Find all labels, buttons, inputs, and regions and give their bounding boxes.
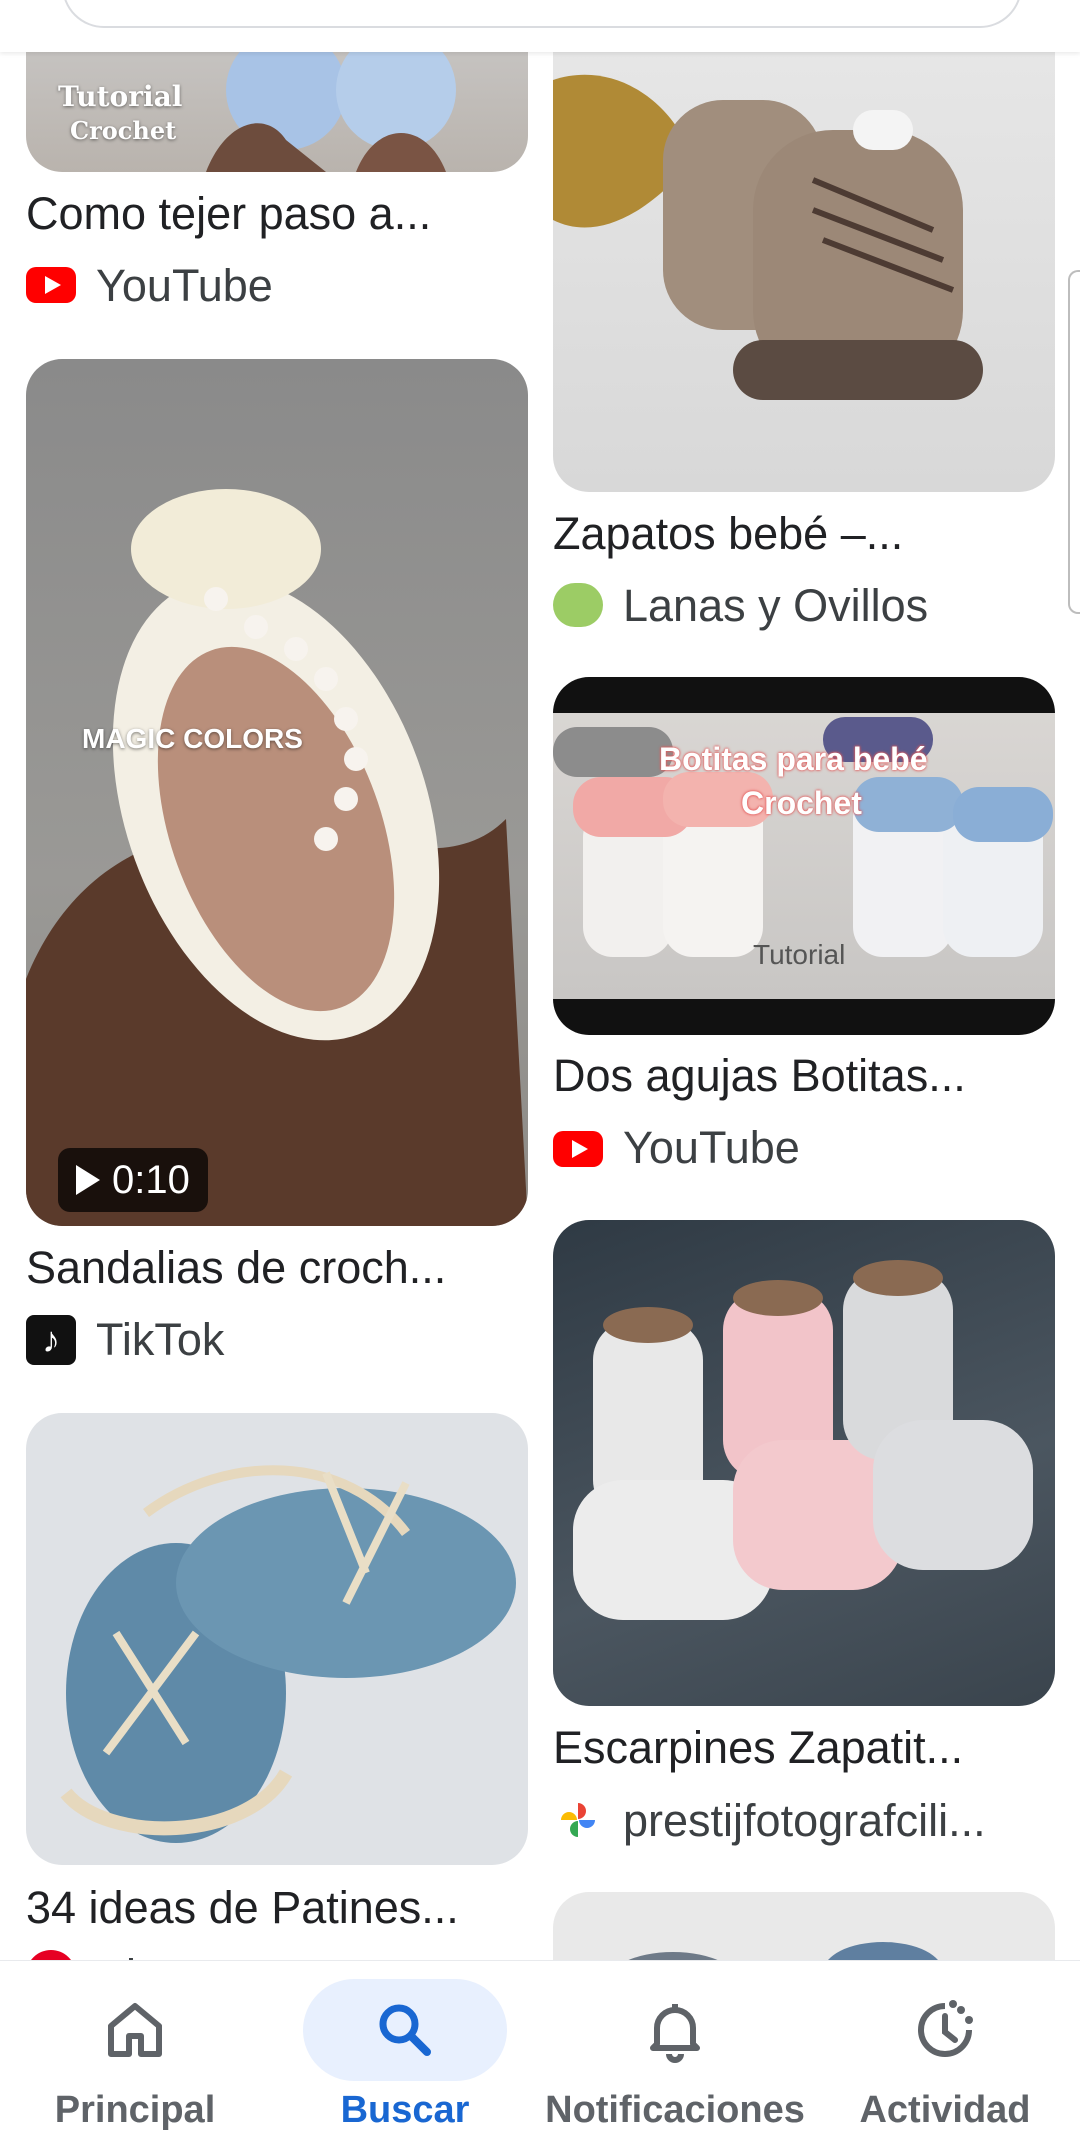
nav-actividad[interactable]: Actividad bbox=[810, 1961, 1080, 2150]
video-duration: 0:10 bbox=[112, 1158, 190, 1202]
thumb-label: Botitas para bebé bbox=[659, 741, 928, 777]
result-thumbnail[interactable] bbox=[553, 1220, 1055, 1706]
nav-label: Principal bbox=[54, 2089, 216, 2131]
lanas-y-ovillos-icon bbox=[553, 580, 603, 630]
result-thumbnail[interactable] bbox=[26, 1413, 528, 1865]
scroll-indicator[interactable] bbox=[1068, 270, 1080, 614]
nav-buscar[interactable]: Buscar bbox=[270, 1961, 540, 2150]
thumb-watermark: MAGIC COLORS bbox=[82, 723, 303, 754]
result-title[interactable]: Escarpines Zapatit... bbox=[553, 1720, 1055, 1776]
nav-notificaciones[interactable]: Notificaciones bbox=[540, 1961, 810, 2150]
search-header bbox=[0, 0, 1080, 52]
result-source[interactable]: YouTube bbox=[623, 1120, 1053, 1176]
pinterest-icon bbox=[26, 1950, 76, 1960]
result-source[interactable]: Lanas y Ovillos bbox=[623, 578, 1053, 634]
result-title[interactable]: Como tejer paso a... bbox=[26, 186, 528, 242]
crochet-sneakers-image bbox=[60, 1465, 516, 1843]
result-thumbnail[interactable] bbox=[553, 1892, 1055, 1960]
play-icon bbox=[76, 1165, 100, 1195]
result-source[interactable]: TikTok bbox=[96, 1312, 526, 1368]
knit-booties-image bbox=[573, 1260, 1033, 1620]
search-bar[interactable] bbox=[62, 0, 1022, 28]
home-icon bbox=[108, 2003, 162, 2057]
activity-icon bbox=[918, 2000, 973, 2057]
nav-label: Notificaciones bbox=[545, 2089, 805, 2131]
video-duration-badge: 0:10 bbox=[58, 1148, 208, 1212]
search-icon bbox=[379, 2004, 431, 2056]
crochet-sandal-image bbox=[26, 489, 528, 1226]
result-source[interactable]: Pinterest bbox=[96, 1948, 526, 1960]
thumb-label: Tutorial bbox=[753, 939, 846, 970]
youtube-icon bbox=[553, 1124, 603, 1174]
bottom-navigation: Principal Buscar Notificaciones Activida… bbox=[0, 1960, 1080, 2150]
knit-booties-image bbox=[553, 717, 1053, 957]
result-thumbnail[interactable]: MAGIC COLORS 0:10 bbox=[26, 359, 528, 1226]
baby-shoes-image bbox=[628, 1942, 938, 1960]
nav-principal[interactable]: Principal bbox=[0, 1961, 270, 2150]
tiktok-icon: ♪ bbox=[26, 1315, 76, 1365]
youtube-icon bbox=[26, 260, 76, 310]
crochet-boots-image bbox=[553, 74, 983, 400]
result-thumbnail[interactable] bbox=[553, 0, 1055, 492]
result-thumbnail[interactable]: Botitas para bebé Crochet Tutorial bbox=[553, 677, 1055, 1035]
thumb-label: Crochet bbox=[741, 785, 862, 821]
google-photos-icon bbox=[553, 1795, 603, 1845]
result-source[interactable]: prestijfotografcili... bbox=[623, 1793, 1053, 1849]
bell-icon bbox=[650, 2004, 700, 2063]
thumb-label: Crochet bbox=[70, 116, 177, 145]
nav-label: Actividad bbox=[859, 2089, 1031, 2131]
results-grid: Tutorial Crochet Como tejer paso a... Yo… bbox=[0, 0, 1080, 1960]
result-source[interactable]: YouTube bbox=[96, 258, 526, 314]
result-title[interactable]: Sandalias de croch... bbox=[26, 1240, 528, 1296]
result-title[interactable]: 34 ideas de Patines... bbox=[26, 1880, 528, 1936]
nav-label: Buscar bbox=[340, 2089, 470, 2131]
result-title[interactable]: Zapatos bebé –... bbox=[553, 506, 1055, 562]
result-title[interactable]: Dos agujas Botitas... bbox=[553, 1048, 1055, 1104]
thumb-label: Tutorial bbox=[58, 80, 183, 113]
